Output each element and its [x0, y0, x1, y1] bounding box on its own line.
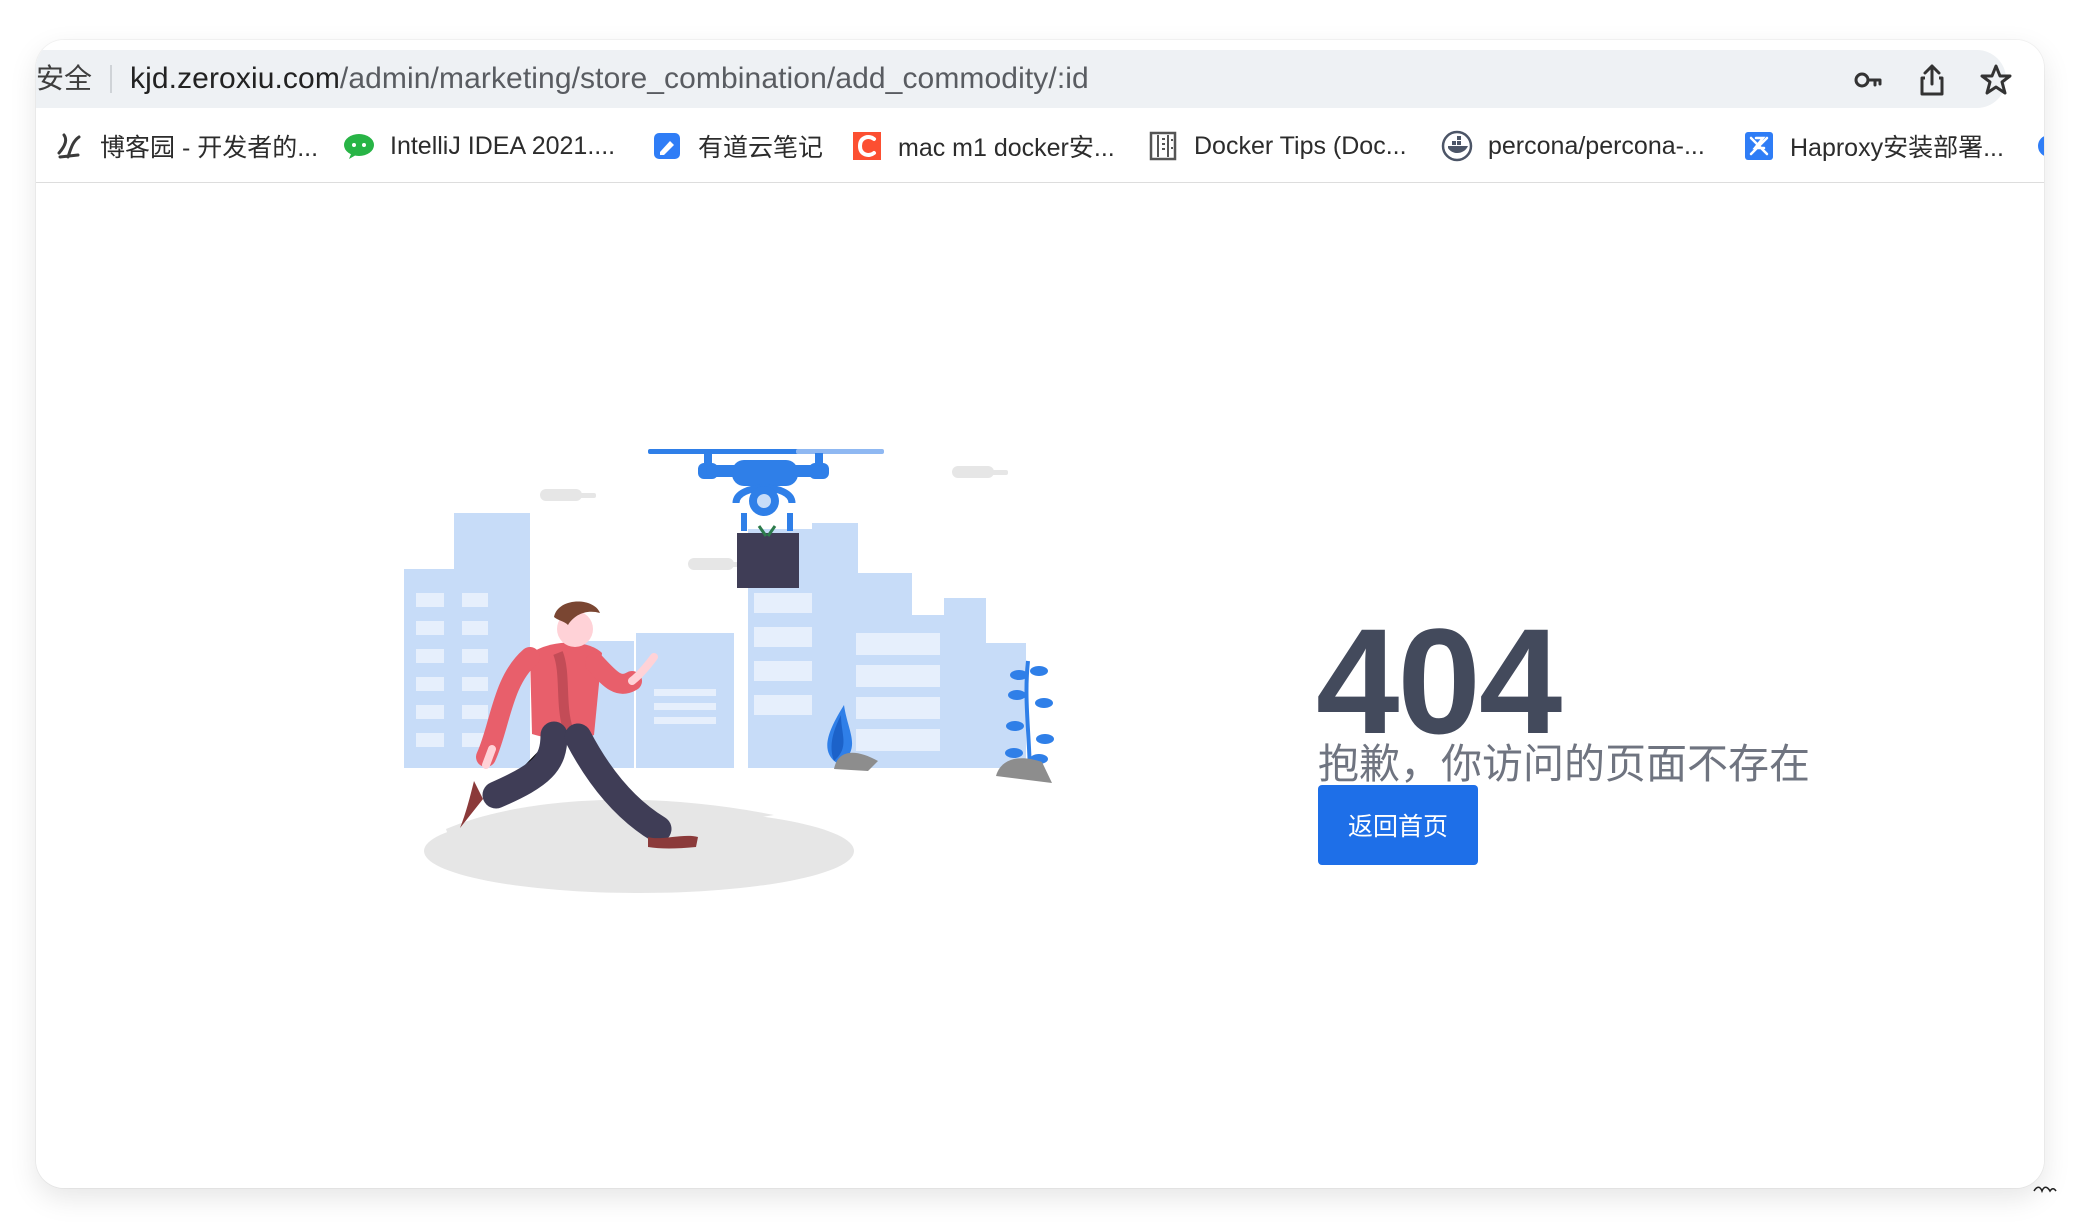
bookmark-label: mac m1 docker安...: [898, 134, 1115, 162]
star-icon[interactable]: [1978, 62, 2014, 98]
bookmark-cnblogs[interactable]: 博客园 - 开发者的...: [52, 126, 318, 166]
not-found-page: 404 抱歉，你访问的页面不存在 返回首页: [36, 183, 2044, 1188]
bookmark-youdao[interactable]: 有道云笔记: [650, 126, 823, 166]
bookmark-overflow-icon[interactable]: [2032, 126, 2044, 166]
bookmark-haproxy[interactable]: Haproxy安装部署...: [1742, 126, 2004, 166]
url-text[interactable]: kjd.zeroxiu.com/admin/marketing/store_co…: [130, 59, 1089, 99]
haproxy-icon: [1742, 129, 1776, 163]
bookmark-csdn[interactable]: mac m1 docker安...: [850, 126, 1115, 166]
wechat-icon: [342, 129, 376, 163]
bookmark-label: 有道云笔记: [698, 134, 824, 162]
browser-chrome: 安全 kjd.zeroxiu.com/admin/marketing/store…: [36, 40, 2044, 183]
return-home-button[interactable]: 返回首页: [1318, 785, 1478, 865]
docker-tips-icon: [1146, 129, 1180, 163]
bookmark-docker-tips[interactable]: Docker Tips (Doc...: [1146, 126, 1407, 166]
bookmark-label: Docker Tips (Doc...: [1194, 131, 1407, 160]
share-icon[interactable]: [1914, 62, 1950, 98]
key-icon[interactable]: [1850, 62, 1886, 98]
bookmark-label: 博客园 - 开发者的...: [100, 134, 319, 162]
error-code: 404: [1316, 596, 1562, 765]
bookmark-percona[interactable]: percona/percona-...: [1440, 126, 1705, 166]
docker-hub-icon: [1440, 129, 1474, 163]
corner-watermark-icon: [2033, 1186, 2057, 1194]
url-domain: kjd.zeroxiu.com: [130, 62, 340, 95]
bookmark-intellij[interactable]: IntelliJ IDEA 2021....: [342, 126, 615, 166]
url-path: /admin/marketing/store_combination/add_c…: [339, 62, 1089, 95]
bookmarks-bar: 博客园 - 开发者的... IntelliJ IDEA 2021.... 有道云…: [36, 116, 2044, 178]
connection-security-label[interactable]: 安全: [36, 59, 92, 99]
cnblogs-icon: [52, 129, 86, 163]
address-separator: [110, 65, 112, 93]
youdao-note-icon: [650, 129, 684, 163]
delivery-drone-runner-illustration: [404, 449, 1054, 893]
blue-circle-icon: [2032, 129, 2044, 163]
bookmark-label: percona/percona-...: [1488, 131, 1705, 160]
csdn-icon: [850, 129, 884, 163]
address-bar[interactable]: 安全 kjd.zeroxiu.com/admin/marketing/store…: [36, 50, 2012, 108]
bookmark-label: Haproxy安装部署...: [1790, 134, 2004, 162]
browser-window: 安全 kjd.zeroxiu.com/admin/marketing/store…: [36, 40, 2044, 1188]
not-found-message: 抱歉，你访问的页面不存在: [1318, 741, 1810, 787]
bookmark-label: IntelliJ IDEA 2021....: [390, 131, 616, 160]
